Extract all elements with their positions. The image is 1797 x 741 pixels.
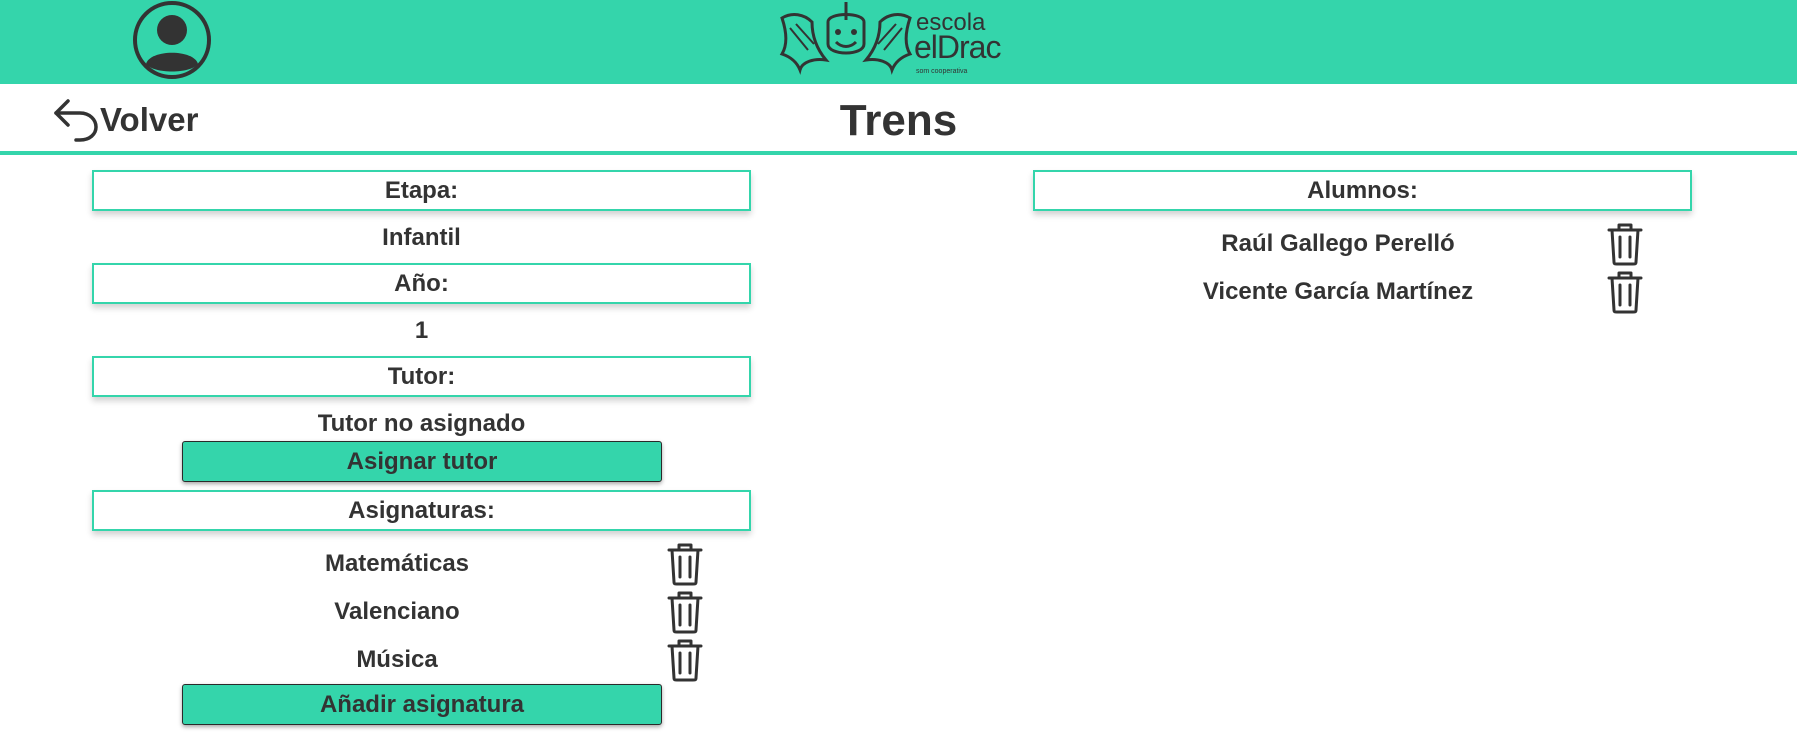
add-subject-button[interactable]: Añadir asignatura bbox=[182, 684, 662, 725]
page-title: Trens bbox=[839, 96, 958, 145]
trash-icon[interactable] bbox=[665, 590, 705, 634]
top-bar: escola elDrac som cooperativa bbox=[0, 0, 1797, 84]
stage-value: Infantil bbox=[382, 224, 461, 251]
subject-item: Música bbox=[356, 646, 438, 673]
stage-header: Etapa: bbox=[92, 170, 751, 211]
trash-icon[interactable] bbox=[665, 542, 705, 586]
tutor-value: Tutor no asignado bbox=[317, 410, 526, 437]
assign-tutor-button[interactable]: Asignar tutor bbox=[182, 441, 662, 482]
tutor-header: Tutor: bbox=[92, 356, 751, 397]
escola-eldrac-logo: escola elDrac som cooperativa bbox=[778, 0, 1008, 80]
logo-tagline: som cooperativa bbox=[916, 68, 967, 75]
subject-item: Valenciano bbox=[334, 598, 460, 625]
student-item: Vicente García Martínez bbox=[1202, 278, 1474, 305]
user-avatar-icon[interactable] bbox=[133, 1, 211, 79]
subject-item: Matemáticas bbox=[324, 550, 470, 577]
year-value: 1 bbox=[414, 317, 429, 344]
students-header: Alumnos: bbox=[1033, 170, 1692, 211]
trash-icon[interactable] bbox=[1605, 270, 1645, 314]
trash-icon[interactable] bbox=[1605, 222, 1645, 266]
student-item: Raúl Gallego Perelló bbox=[1221, 230, 1455, 257]
subjects-header: Asignaturas: bbox=[92, 490, 751, 531]
trash-icon[interactable] bbox=[665, 638, 705, 682]
logo-line2: elDrac bbox=[914, 29, 1001, 65]
year-header: Año: bbox=[92, 263, 751, 304]
